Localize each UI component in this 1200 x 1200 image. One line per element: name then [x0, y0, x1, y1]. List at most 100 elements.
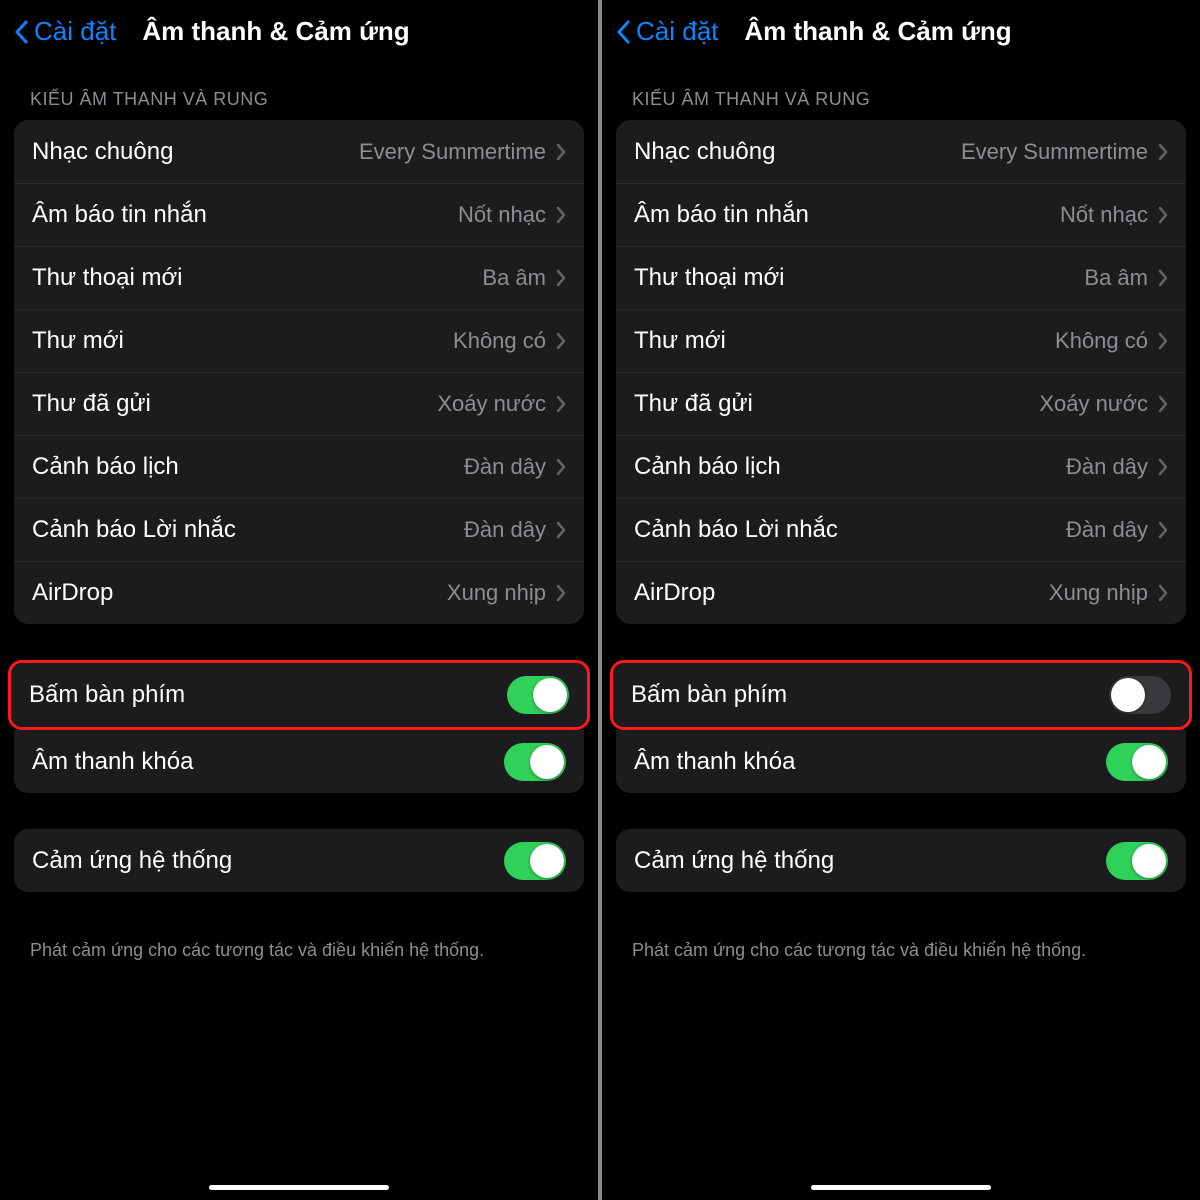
- chevron-right-icon: [1158, 584, 1168, 602]
- row-value: Không có: [1055, 328, 1148, 354]
- row-value: Every Summertime: [359, 139, 546, 165]
- row-label: Nhạc chuông: [32, 138, 173, 166]
- home-indicator[interactable]: [209, 1185, 389, 1190]
- row-value: Xung nhịp: [1049, 580, 1148, 606]
- row-label: Cảm ứng hệ thống: [32, 847, 232, 875]
- toggle-keyboard-clicks[interactable]: [507, 676, 569, 714]
- row-value: Ba âm: [482, 265, 546, 291]
- chevron-right-icon: [1158, 458, 1168, 476]
- toggle-knob: [533, 678, 567, 712]
- row-sent-mail[interactable]: Thư đã gửi Xoáy nước: [616, 372, 1186, 435]
- row-label: Bấm bàn phím: [631, 681, 787, 709]
- page-title: Âm thanh & Cảm ứng: [142, 16, 409, 47]
- row-label: Thư mới: [634, 327, 726, 355]
- row-label: Cảnh báo lịch: [32, 453, 179, 481]
- chevron-right-icon: [556, 458, 566, 476]
- toggle-keyboard-clicks[interactable]: [1109, 676, 1171, 714]
- row-sent-mail[interactable]: Thư đã gửi Xoáy nước: [14, 372, 584, 435]
- toggle-lock-sound[interactable]: [504, 743, 566, 781]
- highlight-keyboard-clicks: Bấm bàn phím: [8, 660, 590, 730]
- row-label: Thư mới: [32, 327, 124, 355]
- toggle-system-haptics[interactable]: [504, 842, 566, 880]
- group-system-haptics: Cảm ứng hệ thống: [14, 829, 584, 892]
- row-system-haptics[interactable]: Cảm ứng hệ thống: [14, 829, 584, 892]
- chevron-right-icon: [556, 269, 566, 287]
- toggle-system-haptics[interactable]: [1106, 842, 1168, 880]
- row-value: Ba âm: [1084, 265, 1148, 291]
- back-icon[interactable]: [14, 20, 28, 44]
- toggle-knob: [1132, 745, 1166, 779]
- row-voicemail[interactable]: Thư thoại mới Ba âm: [616, 246, 1186, 309]
- row-new-mail[interactable]: Thư mới Không có: [14, 309, 584, 372]
- back-button[interactable]: Cài đặt: [34, 16, 116, 47]
- row-label: Âm thanh khóa: [634, 748, 795, 776]
- toggle-knob: [1132, 844, 1166, 878]
- row-airdrop[interactable]: AirDrop Xung nhịp: [616, 561, 1186, 624]
- row-label: Thư đã gửi: [634, 390, 753, 418]
- row-value: Xoáy nước: [437, 391, 546, 417]
- sound-pattern-group: Nhạc chuông Every Summertime Âm báo tin …: [616, 120, 1186, 624]
- row-reminder-alert[interactable]: Cảnh báo Lời nhắc Đàn dây: [616, 498, 1186, 561]
- chevron-right-icon: [556, 395, 566, 413]
- toggle-lock-sound[interactable]: [1106, 743, 1168, 781]
- chevron-right-icon: [1158, 143, 1168, 161]
- nav-bar: Cài đặt Âm thanh & Cảm ứng: [602, 0, 1200, 65]
- row-value: Xoáy nước: [1039, 391, 1148, 417]
- back-icon[interactable]: [616, 20, 630, 44]
- chevron-right-icon: [1158, 395, 1168, 413]
- row-value: Xung nhịp: [447, 580, 546, 606]
- row-text-tone[interactable]: Âm báo tin nhắn Nốt nhạc: [616, 183, 1186, 246]
- chevron-right-icon: [1158, 269, 1168, 287]
- row-airdrop[interactable]: AirDrop Xung nhịp: [14, 561, 584, 624]
- section-header: KIỂU ÂM THANH VÀ RUNG: [0, 65, 598, 120]
- row-value: Nốt nhạc: [1060, 202, 1148, 228]
- row-lock-sound[interactable]: Âm thanh khóa: [14, 730, 584, 793]
- chevron-right-icon: [1158, 206, 1168, 224]
- row-label: Nhạc chuông: [634, 138, 775, 166]
- row-keyboard-clicks[interactable]: Bấm bàn phím: [11, 663, 587, 727]
- chevron-right-icon: [1158, 521, 1168, 539]
- chevron-right-icon: [556, 332, 566, 350]
- row-label: Thư thoại mới: [634, 264, 785, 292]
- row-new-mail[interactable]: Thư mới Không có: [616, 309, 1186, 372]
- row-ringtone[interactable]: Nhạc chuông Every Summertime: [616, 120, 1186, 183]
- chevron-right-icon: [1158, 332, 1168, 350]
- row-value: Đàn dây: [464, 454, 546, 480]
- footer-note: Phát cảm ứng cho các tương tác và điều k…: [0, 928, 598, 962]
- phone-screen-right: Cài đặt Âm thanh & Cảm ứng KIỂU ÂM THANH…: [602, 0, 1200, 1200]
- section-header: KIỂU ÂM THANH VÀ RUNG: [602, 65, 1200, 120]
- row-value: Đàn dây: [1066, 454, 1148, 480]
- toggle-knob: [1111, 678, 1145, 712]
- row-label: Âm báo tin nhắn: [634, 201, 809, 229]
- row-voicemail[interactable]: Thư thoại mới Ba âm: [14, 246, 584, 309]
- chevron-right-icon: [556, 521, 566, 539]
- row-label: Thư đã gửi: [32, 390, 151, 418]
- toggle-knob: [530, 844, 564, 878]
- phone-screen-left: Cài đặt Âm thanh & Cảm ứng KIỂU ÂM THANH…: [0, 0, 598, 1200]
- row-calendar-alert[interactable]: Cảnh báo lịch Đàn dây: [14, 435, 584, 498]
- row-calendar-alert[interactable]: Cảnh báo lịch Đàn dây: [616, 435, 1186, 498]
- home-indicator[interactable]: [811, 1185, 991, 1190]
- row-keyboard-clicks[interactable]: Bấm bàn phím: [613, 663, 1189, 727]
- row-lock-sound[interactable]: Âm thanh khóa: [616, 730, 1186, 793]
- row-value: Nốt nhạc: [458, 202, 546, 228]
- back-button[interactable]: Cài đặt: [636, 16, 718, 47]
- row-reminder-alert[interactable]: Cảnh báo Lời nhắc Đàn dây: [14, 498, 584, 561]
- row-value: Every Summertime: [961, 139, 1148, 165]
- row-value: Không có: [453, 328, 546, 354]
- nav-bar: Cài đặt Âm thanh & Cảm ứng: [0, 0, 598, 65]
- group-system-haptics: Cảm ứng hệ thống: [616, 829, 1186, 892]
- highlight-keyboard-clicks: Bấm bàn phím: [610, 660, 1192, 730]
- chevron-right-icon: [556, 143, 566, 161]
- group-lock-sound: Âm thanh khóa: [616, 730, 1186, 793]
- group-lock-sound: Âm thanh khóa: [14, 730, 584, 793]
- row-label: AirDrop: [32, 579, 113, 607]
- row-value: Đàn dây: [464, 517, 546, 543]
- row-text-tone[interactable]: Âm báo tin nhắn Nốt nhạc: [14, 183, 584, 246]
- row-system-haptics[interactable]: Cảm ứng hệ thống: [616, 829, 1186, 892]
- row-label: Cảm ứng hệ thống: [634, 847, 834, 875]
- sound-pattern-group: Nhạc chuông Every Summertime Âm báo tin …: [14, 120, 584, 624]
- row-ringtone[interactable]: Nhạc chuông Every Summertime: [14, 120, 584, 183]
- chevron-right-icon: [556, 206, 566, 224]
- row-label: Âm báo tin nhắn: [32, 201, 207, 229]
